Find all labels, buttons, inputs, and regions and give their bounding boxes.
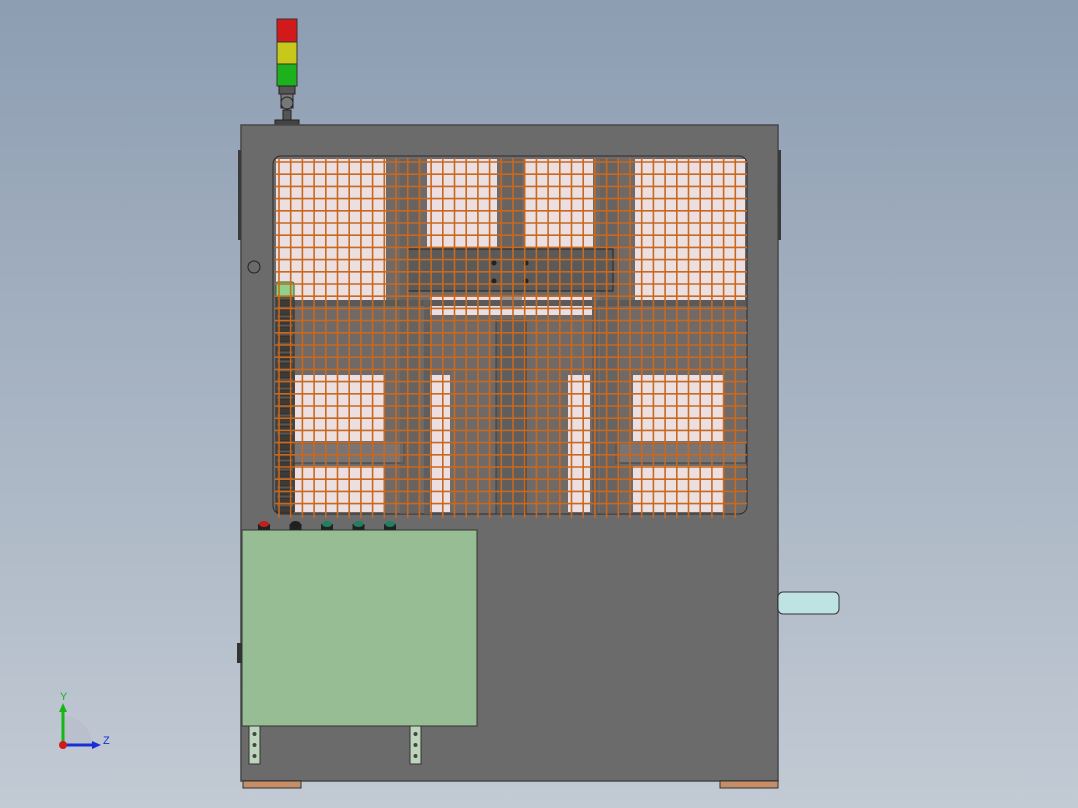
- cad-model-view[interactable]: Y Z: [0, 0, 1078, 808]
- cabinet-right-hinge-strip: [778, 150, 781, 240]
- foot-right: [719, 780, 779, 789]
- chain-link: [277, 407, 293, 415]
- push-button-icon: [353, 521, 364, 527]
- upright-right: [600, 159, 620, 514]
- chain-link: [277, 299, 293, 307]
- foot-left: [242, 780, 302, 789]
- graphics-viewport[interactable]: Y Z: [0, 0, 1078, 808]
- chain-link: [277, 371, 293, 379]
- coordinate-triad-icon: Y Z: [59, 691, 110, 749]
- left-leg-bracket: [248, 725, 261, 765]
- panel-top-right: [635, 159, 745, 301]
- center-leg-bracket: [409, 725, 422, 765]
- panel-bottom-right: [633, 466, 723, 512]
- y-axis-label: Y: [60, 691, 68, 703]
- triad-quadrant: [63, 716, 92, 745]
- y-arrow-head: [59, 703, 67, 712]
- chain-link: [277, 470, 293, 478]
- push-button-icon: [259, 521, 269, 527]
- chain-link: [277, 344, 293, 352]
- control-panel: [241, 529, 478, 727]
- chain-link: [277, 452, 293, 460]
- push-button-icon: [290, 521, 301, 527]
- z-axis-label: Z: [103, 735, 110, 747]
- tower-stem: [282, 109, 292, 121]
- chain-link: [277, 506, 293, 514]
- tower-red-light: [276, 18, 298, 43]
- tower-joint: [280, 96, 294, 110]
- tower-base: [278, 85, 296, 95]
- chain-link: [277, 308, 293, 316]
- upright-left: [400, 159, 420, 514]
- side-latch: [237, 643, 242, 663]
- plate-bolt: [491, 278, 497, 284]
- guard-window: [272, 155, 748, 518]
- push-button-icon: [322, 521, 332, 527]
- chain-link: [277, 335, 293, 343]
- chain-link: [277, 479, 293, 487]
- tower-green-light: [276, 63, 298, 87]
- push-button-icon: [385, 521, 395, 527]
- bracket-right: [615, 442, 747, 464]
- panel-top-mid-left: [427, 159, 497, 247]
- x-axis-dot: [59, 741, 67, 749]
- panel-top-left: [276, 159, 386, 301]
- signal-tower-icon: [274, 18, 300, 126]
- chain-link: [277, 443, 293, 451]
- cabinet-left-hinge-strip: [238, 150, 241, 240]
- side-handle: [777, 591, 840, 615]
- chain-link: [277, 398, 293, 406]
- z-arrow-head: [92, 741, 101, 749]
- panel-bottom-left: [295, 466, 385, 512]
- chain-link: [277, 434, 293, 442]
- tower-yellow-light: [276, 41, 298, 65]
- chain-link: [277, 362, 293, 370]
- plate-bolt: [491, 260, 497, 266]
